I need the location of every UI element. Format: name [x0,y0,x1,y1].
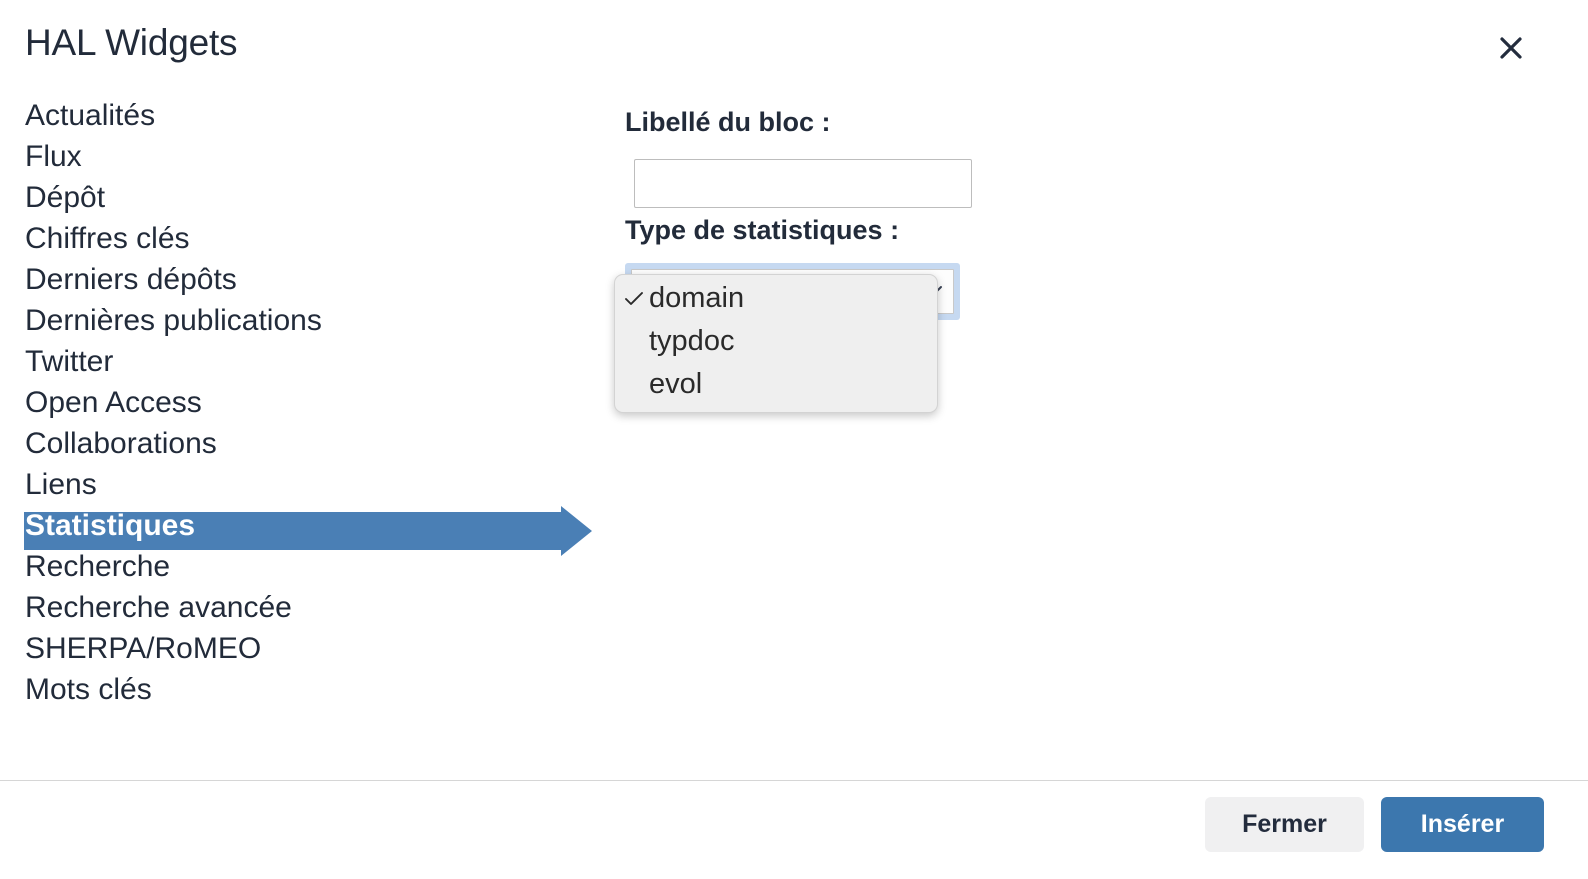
widget-list-item-chiffres-cles[interactable]: Chiffres clés [0,218,600,259]
widget-list-item-mots-cles[interactable]: Mots clés [0,669,600,710]
widget-list-item-collaborations[interactable]: Collaborations [0,423,600,464]
modal-body: Actualités Flux Dépôt Chiffres clés Dern… [0,95,1588,780]
stat-type-label: Type de statistiques : [625,215,900,245]
widget-list-item-dernieres-publications[interactable]: Dernières publications [0,300,600,341]
block-label-label: Libellé du bloc : [625,107,831,137]
inserer-button[interactable]: Insérer [1381,797,1544,852]
widget-list: Actualités Flux Dépôt Chiffres clés Dern… [0,95,600,710]
widget-list-item-label: Derniers dépôts [25,263,237,296]
widget-list-item-recherche[interactable]: Recherche [0,546,600,587]
check-icon [624,277,644,320]
dropdown-option-evol[interactable]: evol [615,363,937,406]
widget-list-item-recherche-avancee[interactable]: Recherche avancée [0,587,600,628]
close-button[interactable] [1488,25,1534,71]
widget-list-item-label: Flux [25,140,82,173]
widget-list-item-actualites[interactable]: Actualités [0,95,600,136]
dropdown-option-domain[interactable]: domain [615,277,937,320]
widget-list-item-label: Actualités [25,99,156,132]
widget-list-item-label: Dépôt [25,181,106,214]
dropdown-option-label: typdoc [649,325,735,357]
dropdown-option-label: domain [649,282,745,314]
modal-footer: Fermer Insérer [0,780,1588,879]
widget-list-item-label: Twitter [25,345,114,378]
widget-list-item-label: Open Access [25,386,202,419]
widget-list-item-label: Dernières publications [25,304,322,337]
widget-list-item-flux[interactable]: Flux [0,136,600,177]
widget-list-item-derniers-depots[interactable]: Derniers dépôts [0,259,600,300]
block-label-input[interactable] [634,159,972,208]
widget-list-item-sherpa-romeo[interactable]: SHERPA/RoMEO [0,628,600,669]
widget-list-item-label: SHERPA/RoMEO [25,632,262,665]
widget-list-item-statistiques[interactable]: Statistiques [0,505,600,556]
dropdown-option-label: evol [649,368,703,400]
widget-list-item-open-access[interactable]: Open Access [0,382,600,423]
widget-list-item-depot[interactable]: Dépôt [0,177,600,218]
stat-type-dropdown-menu[interactable]: domain typdoc evol [614,274,938,413]
fermer-button[interactable]: Fermer [1205,797,1364,852]
widget-list-item-label: Chiffres clés [25,222,190,255]
widget-list-item-label: Recherche avancée [25,591,292,624]
close-icon [1497,34,1525,62]
widget-list-item-label: Mots clés [25,673,152,706]
widget-list-item-label: Collaborations [25,427,217,460]
dropdown-option-typdoc[interactable]: typdoc [615,320,937,363]
widget-list-item-label: Statistiques [25,509,196,542]
widget-list-item-label: Recherche [25,550,171,583]
widget-list-item-liens[interactable]: Liens [0,464,600,505]
modal-header: HAL Widgets [0,0,1588,95]
widget-list-item-label: Liens [25,468,97,501]
page-title: HAL Widgets [25,22,238,63]
widget-list-item-twitter[interactable]: Twitter [0,341,600,382]
